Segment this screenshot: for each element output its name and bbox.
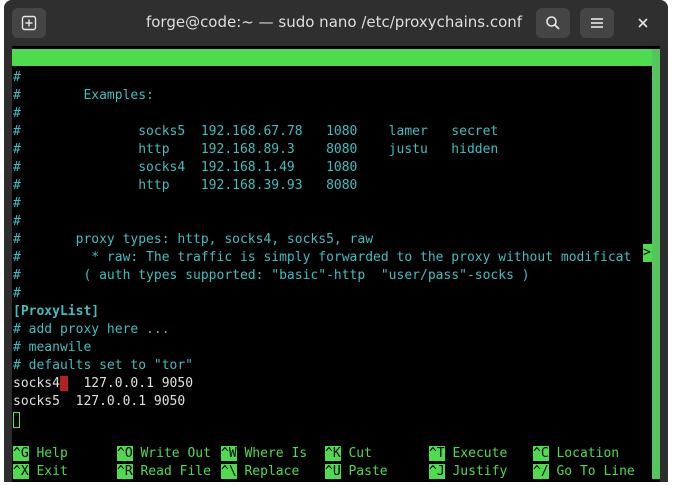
shortcut-label: Help [36, 446, 68, 461]
editor-line: # proxy types: http, socks4, socks5, raw [13, 232, 374, 247]
shortcut-read-file[interactable]: ^R Read File [117, 463, 211, 481]
shortcut-where-is[interactable]: ^W Where Is [221, 445, 307, 463]
shortcut-execute[interactable]: ^T Execute [429, 445, 507, 463]
editor-line: # http 192.168.39.93 8080 [13, 178, 358, 193]
shortcut-label: Paste [348, 464, 388, 479]
proxy-entry-socks4: socks4 127.0.0.1 9050 [13, 375, 631, 393]
new-tab-button[interactable] [12, 8, 46, 38]
search-button[interactable] [536, 8, 570, 38]
editor-line: # [13, 70, 21, 85]
shortcut-key: ^G [13, 446, 29, 461]
shortcut-key: ^J [429, 464, 445, 479]
shortcut-write-out[interactable]: ^O Write Out [117, 445, 211, 463]
editor-line: # [13, 214, 21, 229]
shortcut-key: ^X [13, 464, 29, 479]
search-icon [546, 16, 560, 30]
shortcut-key: ^U [325, 464, 341, 479]
shortcut-key: ^K [325, 446, 341, 461]
close-button[interactable] [628, 8, 658, 38]
shortcut-label: Cut [348, 446, 372, 461]
proxy-entry-socks5: socks5 127.0.0.1 9050 [13, 394, 186, 409]
shortcut-label: Read File [140, 464, 211, 479]
plus-square-icon [21, 15, 37, 31]
shortcut-label: Justify [452, 464, 508, 479]
shortcut-label: Location [556, 446, 620, 461]
shortcut-label: Where Is [244, 446, 308, 461]
editor-empty-line [13, 411, 631, 429]
proxylist-section-header: [ProxyList] [13, 304, 100, 319]
editor-line: # socks4 192.168.1.49 1080 [13, 160, 358, 175]
shortcut-key: ^C [533, 446, 549, 461]
shortcut-key: ^O [117, 446, 133, 461]
proxy-address-socks4: 127.0.0.1 9050 [67, 376, 194, 391]
shortcut-go-to-line[interactable]: ^/ Go To Line [533, 463, 635, 481]
close-icon [638, 18, 648, 28]
editor-line: # socks5 192.168.67.78 1080 lamer secret [13, 124, 499, 139]
shortcut-location[interactable]: ^C Location [533, 445, 619, 463]
editor-line: # Examples: [13, 88, 154, 103]
shortcut-label: Write Out [140, 446, 211, 461]
editor-line: # [13, 286, 21, 301]
editor-line: # add proxy here ... [13, 322, 170, 337]
shortcut-cut[interactable]: ^K Cut [325, 445, 372, 463]
hamburger-menu-icon [591, 18, 603, 28]
shortcut-key: ^W [221, 446, 237, 461]
shortcut-key: ^R [117, 464, 133, 479]
shortcut-paste[interactable]: ^U Paste [325, 463, 388, 481]
shortcut-exit[interactable]: ^X Exit [13, 463, 68, 481]
shortcut-key: ^\ [221, 464, 237, 479]
terminal-window: forge@code:~ — sudo nano /etc/proxychain… [4, 0, 668, 482]
editor-line: # [13, 196, 21, 211]
shortcut-replace[interactable]: ^\ Replace [221, 463, 299, 481]
text-cursor [59, 376, 68, 391]
terminal-area[interactable]: GNU nano 7.2 /etc/proxychains.conf # # E… [12, 46, 660, 482]
line-continues-indicator: > [643, 244, 652, 262]
shortcut-justify[interactable]: ^J Justify [429, 463, 507, 481]
shortcut-help[interactable]: ^G Help [13, 445, 68, 463]
proxy-type-socks4: socks4 [13, 376, 60, 391]
scrollbar[interactable] [652, 49, 660, 479]
editor-line: # defaults set to "tor" [13, 358, 194, 373]
shortcut-label: Go To Line [556, 464, 635, 479]
shortcut-label: Exit [36, 464, 68, 479]
editor-line: # * raw: The traffic is simply forwarded… [13, 250, 632, 265]
nano-header: GNU nano 7.2 /etc/proxychains.conf [12, 49, 652, 99]
menu-button[interactable] [580, 8, 614, 38]
editor-line: # [13, 106, 21, 121]
titlebar: forge@code:~ — sudo nano /etc/proxychain… [4, 0, 668, 46]
editor-line: # meanwile [13, 340, 92, 355]
shortcut-label: Execute [452, 446, 508, 461]
insertion-cursor [13, 411, 20, 428]
editor-buffer[interactable]: # # Examples: # # socks5 192.168.67.78 1… [13, 69, 631, 429]
editor-line: # http 192.168.89.3 8080 justu hidden [13, 142, 499, 157]
shortcut-label: Replace [244, 464, 300, 479]
editor-line: # ( auth types supported: "basic"-http "… [13, 268, 530, 283]
shortcut-key: ^T [429, 446, 445, 461]
window-title: forge@code:~ — sudo nano /etc/proxychain… [145, 13, 523, 31]
shortcut-key: ^/ [533, 464, 549, 479]
